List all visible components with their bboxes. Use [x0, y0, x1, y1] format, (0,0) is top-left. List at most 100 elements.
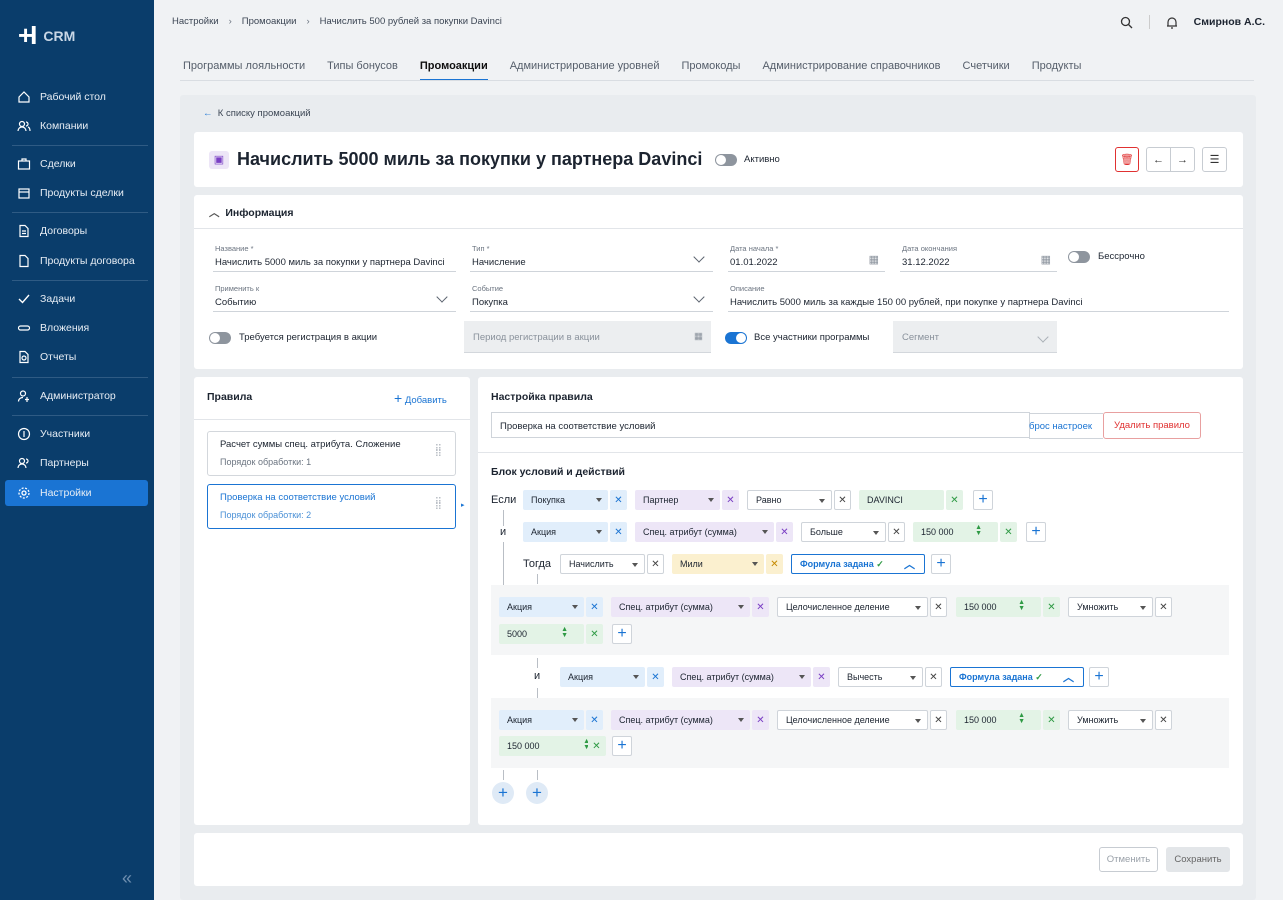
- delete-button[interactable]: 🗑: [1115, 147, 1139, 172]
- reset-settings-button[interactable]: брос настроек: [1029, 413, 1103, 439]
- select-action[interactable]: Начислить: [560, 554, 645, 574]
- registration-toggle[interactable]: [209, 332, 231, 344]
- sidebar-item-reports[interactable]: Отчеты: [5, 344, 148, 370]
- sidebar-item-desktop[interactable]: Рабочий стол: [5, 84, 148, 110]
- user-name[interactable]: Смирнов А.С.: [1194, 16, 1265, 28]
- select-promo[interactable]: Акция: [499, 710, 584, 730]
- remove-icon[interactable]: ✕: [1155, 597, 1172, 617]
- add-condition-button[interactable]: +: [973, 490, 993, 510]
- delete-rule-button[interactable]: Удалить правило: [1103, 412, 1201, 439]
- stepper-icon[interactable]: ▲ ▼: [975, 524, 982, 537]
- tab-levels[interactable]: Администрирование уровней: [510, 60, 660, 81]
- search-icon[interactable]: [1120, 16, 1133, 29]
- calendar-icon[interactable]: ▦: [869, 253, 879, 266]
- remove-icon[interactable]: ✕: [946, 490, 963, 510]
- remove-icon[interactable]: ✕: [1043, 710, 1060, 730]
- next-button[interactable]: →: [1170, 147, 1195, 172]
- active-toggle[interactable]: [715, 154, 737, 166]
- sidebar-item-contract-products[interactable]: Продукты договора: [5, 248, 148, 274]
- bell-icon[interactable]: [1166, 16, 1178, 29]
- prev-button[interactable]: ←: [1146, 147, 1171, 172]
- tab-bonus-types[interactable]: Типы бонусов: [327, 60, 398, 81]
- sidebar-item-settings[interactable]: Настройки: [5, 480, 148, 506]
- value-davinci[interactable]: DAVINCI: [859, 490, 944, 510]
- save-button[interactable]: Сохранить: [1166, 847, 1230, 872]
- name-field[interactable]: Название * Начислить 5000 миль за покупки…: [213, 241, 456, 272]
- select-promo[interactable]: Акция: [523, 522, 608, 542]
- remove-icon[interactable]: ✕: [722, 490, 739, 510]
- remove-icon[interactable]: ✕: [752, 597, 769, 617]
- tab-loyalty[interactable]: Программы лояльности: [183, 60, 305, 81]
- select-operation[interactable]: Целочисленное деление: [777, 710, 928, 730]
- add-rule-button[interactable]: + Добавить: [394, 390, 447, 406]
- remove-icon[interactable]: ✕: [776, 522, 793, 542]
- tab-counters[interactable]: Счетчики: [963, 60, 1010, 81]
- select-bonus[interactable]: Мили: [672, 554, 764, 574]
- sidebar-item-deal-products[interactable]: Продукты сделки: [5, 180, 148, 206]
- sidebar-item-companies[interactable]: Компании: [5, 113, 148, 139]
- remove-icon[interactable]: ✕: [1000, 522, 1017, 542]
- remove-icon[interactable]: ✕: [588, 736, 605, 756]
- event-select[interactable]: Событие Покупка: [470, 281, 713, 312]
- remove-icon[interactable]: ✕: [766, 554, 783, 574]
- select-operator[interactable]: Равно: [747, 490, 832, 510]
- value-input[interactable]: 5000 ▲ ▼: [499, 624, 584, 644]
- type-select[interactable]: Тип * Начисление: [470, 241, 713, 272]
- add-action-button[interactable]: +: [1089, 667, 1109, 687]
- value-input[interactable]: 150 000 ▲ ▼: [956, 710, 1041, 730]
- all-participants-toggle[interactable]: [725, 332, 747, 344]
- remove-icon[interactable]: ✕: [930, 710, 947, 730]
- add-operand-button[interactable]: +: [612, 736, 632, 756]
- description-field[interactable]: Описание Начислить 5000 миль за каждые 15…: [728, 281, 1229, 312]
- crumb-promo[interactable]: Промоакции: [242, 16, 297, 27]
- sidebar-item-partners[interactable]: Партнеры: [5, 450, 148, 476]
- sidebar-item-admin[interactable]: Администратор: [5, 383, 148, 409]
- add-action-round-button[interactable]: +: [526, 782, 548, 804]
- sidebar-item-deals[interactable]: Сделки: [5, 151, 148, 177]
- remove-icon[interactable]: ✕: [752, 710, 769, 730]
- forever-toggle[interactable]: [1068, 251, 1090, 263]
- formula-toggle[interactable]: Формула задана ✓ ︿: [791, 554, 925, 574]
- tab-promocodes[interactable]: Промокоды: [681, 60, 740, 81]
- remove-icon[interactable]: ✕: [610, 490, 627, 510]
- menu-button[interactable]: ☰: [1202, 147, 1227, 172]
- remove-icon[interactable]: ✕: [930, 597, 947, 617]
- stepper-icon[interactable]: ▲ ▼: [1018, 712, 1025, 725]
- select-partner[interactable]: Партнер: [635, 490, 720, 510]
- drag-handle-icon[interactable]: ⠿ ⠿: [435, 498, 443, 513]
- rule-item[interactable]: Проверка на соответствие условий Порядок …: [207, 484, 456, 529]
- remove-icon[interactable]: ✕: [586, 710, 603, 730]
- logo[interactable]: +I CRM: [18, 20, 75, 51]
- value-input[interactable]: 150 000 ▲ ▼: [956, 597, 1041, 617]
- remove-icon[interactable]: ✕: [888, 522, 905, 542]
- add-condition-button[interactable]: +: [1026, 522, 1046, 542]
- tab-products[interactable]: Продукты: [1032, 60, 1082, 81]
- back-link[interactable]: ← К списку промоакций: [203, 108, 311, 119]
- select-operation[interactable]: Умножить: [1068, 597, 1153, 617]
- stepper-icon[interactable]: ▲ ▼: [1018, 599, 1025, 612]
- stepper-icon[interactable]: ▲ ▼: [561, 626, 568, 639]
- collapse-sidebar-icon[interactable]: «: [122, 868, 132, 889]
- rule-name-input[interactable]: Проверка на соответствие условий: [491, 412, 1030, 438]
- remove-icon[interactable]: ✕: [1155, 710, 1172, 730]
- remove-icon[interactable]: ✕: [925, 667, 942, 687]
- start-date-field[interactable]: Дата начала * 01.01.2022 ▦: [728, 241, 885, 272]
- add-operand-button[interactable]: +: [612, 624, 632, 644]
- tab-promotions[interactable]: Промоакции: [419, 60, 488, 81]
- remove-icon[interactable]: ✕: [586, 597, 603, 617]
- select-promo[interactable]: Акция: [499, 597, 584, 617]
- remove-icon[interactable]: ✕: [586, 624, 603, 644]
- select-promo[interactable]: Акция: [560, 667, 645, 687]
- formula-toggle[interactable]: Формула задана ✓ ︿: [950, 667, 1084, 687]
- crumb-settings[interactable]: Настройки: [172, 16, 219, 27]
- calendar-icon[interactable]: ▦: [1041, 253, 1051, 266]
- remove-icon[interactable]: ✕: [813, 667, 830, 687]
- value-input[interactable]: 150 000 ▲ ▼: [913, 522, 998, 542]
- remove-icon[interactable]: ✕: [647, 667, 664, 687]
- select-purchase[interactable]: Покупка: [523, 490, 608, 510]
- sidebar-item-participants[interactable]: Участники: [5, 421, 148, 447]
- cancel-button[interactable]: Отменить: [1099, 847, 1158, 872]
- remove-icon[interactable]: ✕: [647, 554, 664, 574]
- add-action-button[interactable]: +: [931, 554, 951, 574]
- select-operation[interactable]: Умножить: [1068, 710, 1153, 730]
